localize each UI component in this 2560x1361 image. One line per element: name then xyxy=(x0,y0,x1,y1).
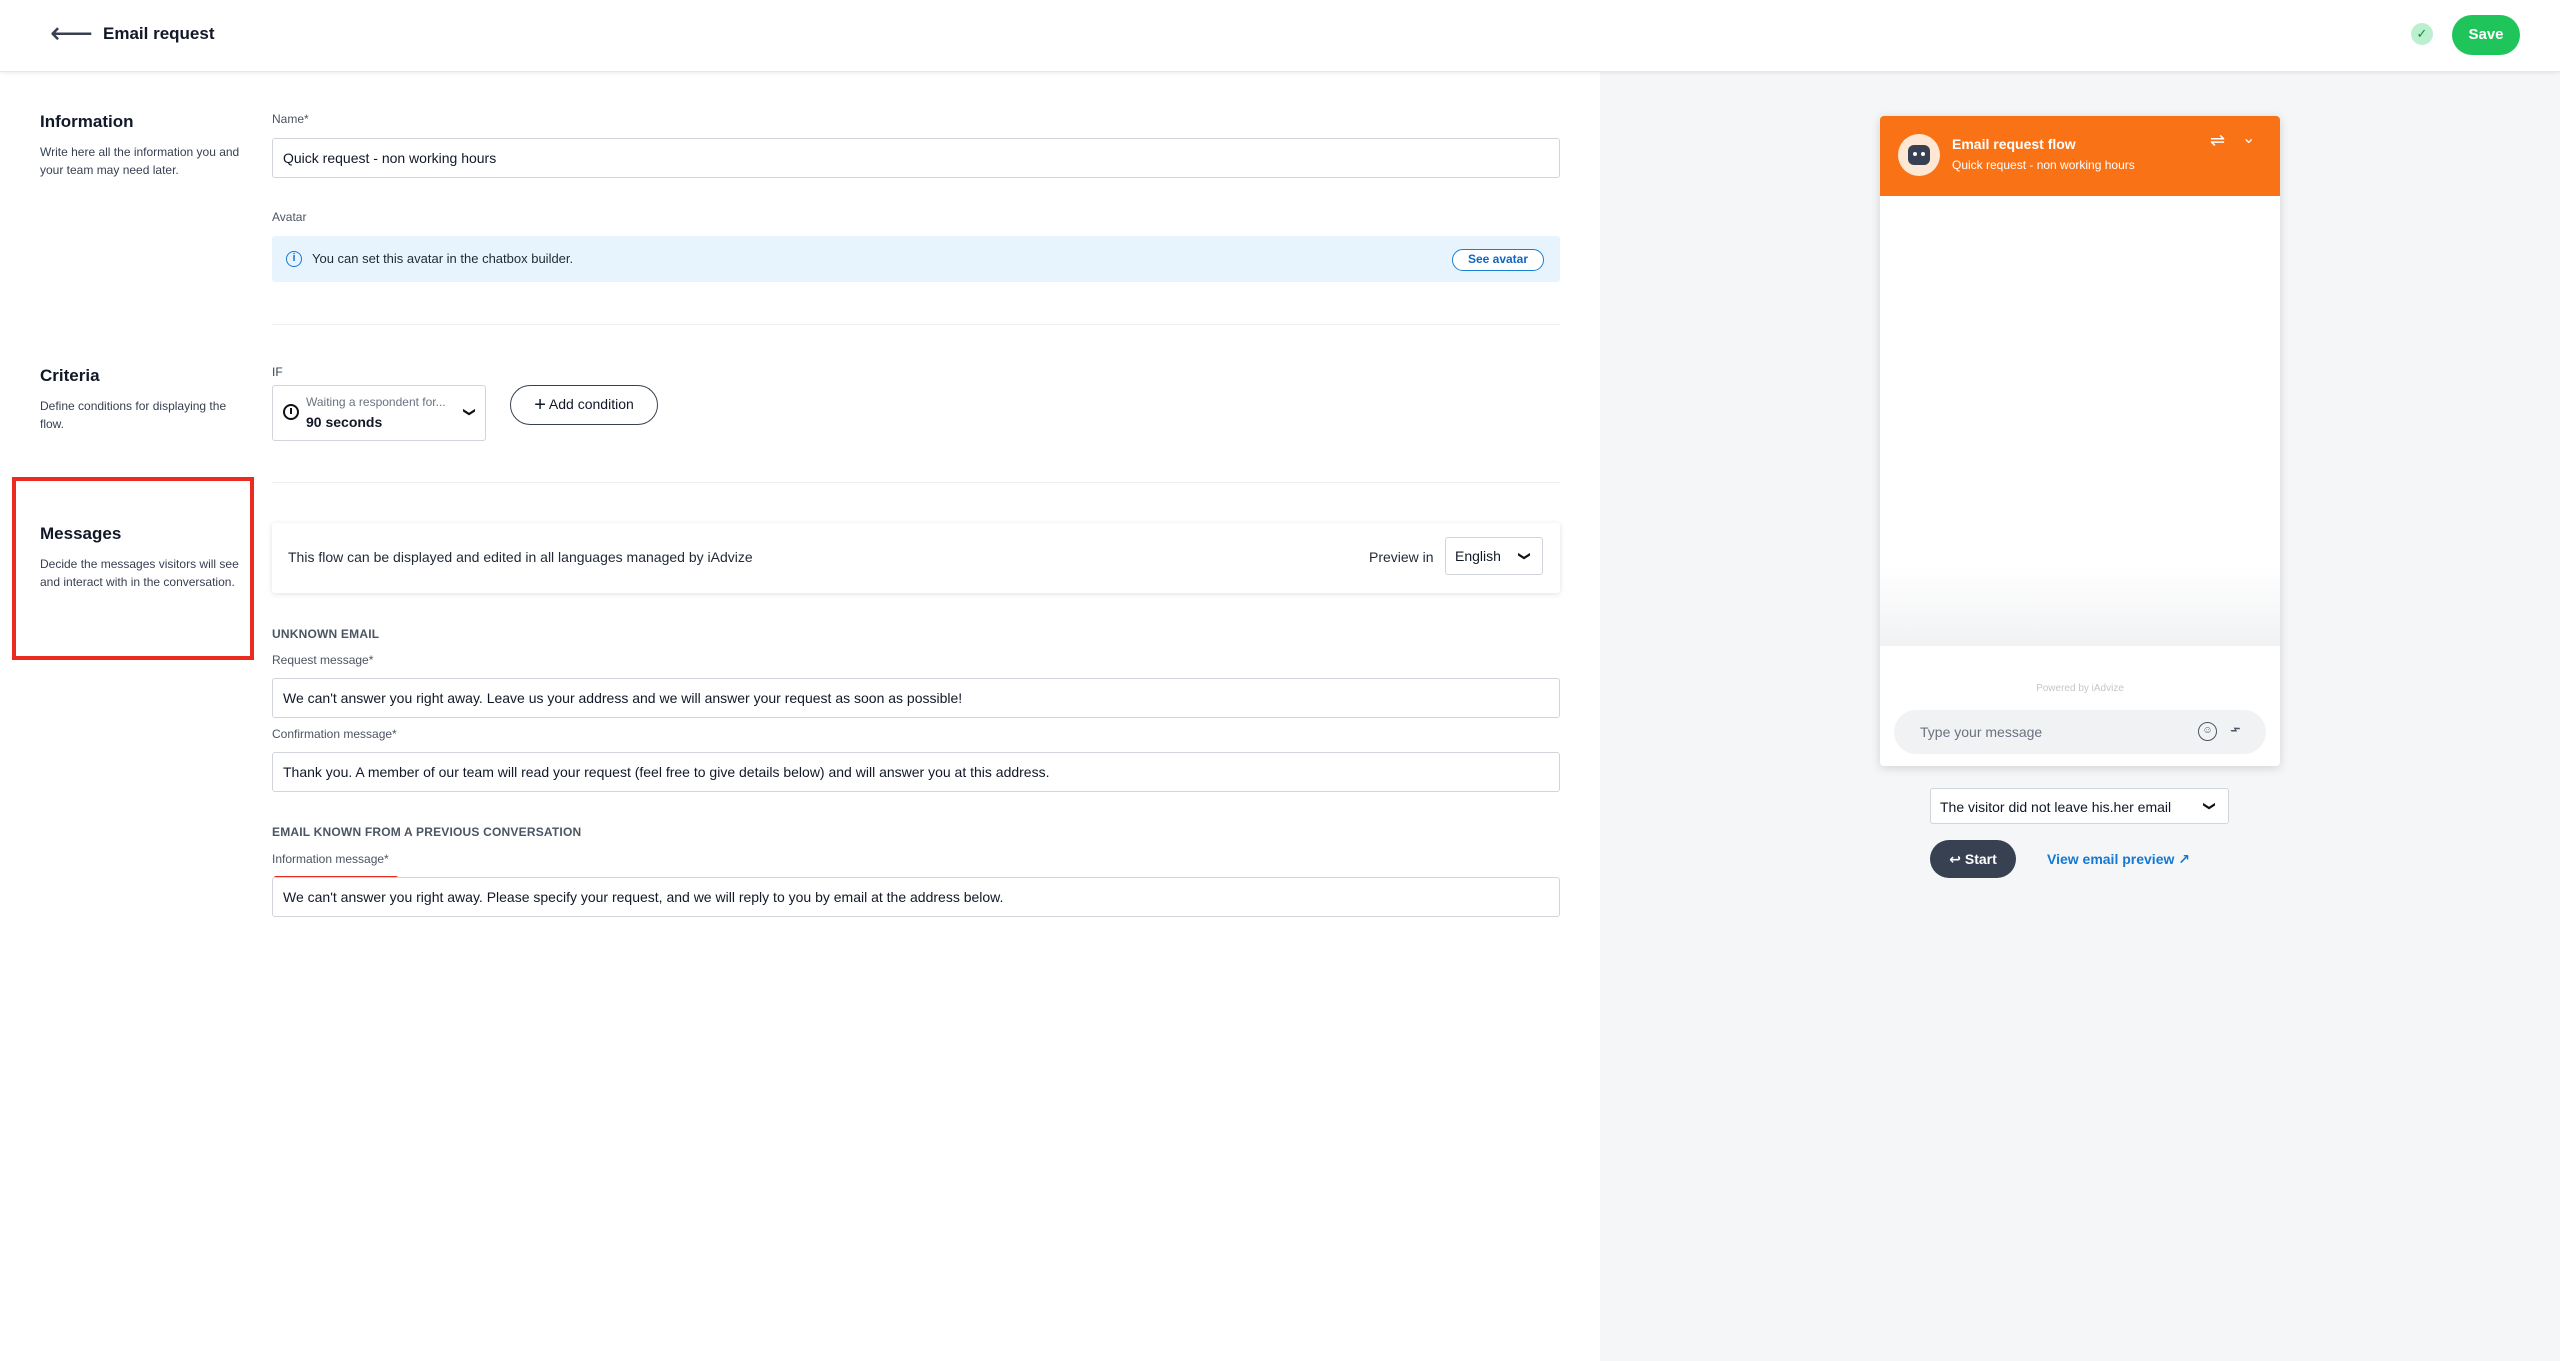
robot-eye xyxy=(1913,152,1917,156)
clock-icon xyxy=(283,404,299,420)
name-input[interactable] xyxy=(272,138,1560,178)
scenario-select[interactable]: The visitor did not leave his.her email … xyxy=(1930,788,2229,824)
messages-section-title: Messages xyxy=(40,524,122,543)
if-label: IF xyxy=(272,365,283,379)
start-button[interactable]: ↩ Start xyxy=(1930,840,2016,878)
condition-hint: Waiting a respondent for... xyxy=(306,395,446,409)
check-circle-icon: ✓ xyxy=(2411,23,2433,45)
confirmation-message-label: Confirmation message* xyxy=(272,727,397,741)
paperclip-icon[interactable]: ⌁ xyxy=(2225,718,2245,742)
robot-eye xyxy=(1921,152,1925,156)
request-message-label: Request message* xyxy=(272,653,374,667)
chevron-down-icon: ❯ xyxy=(1518,550,1533,562)
language-info-text: This flow can be displayed and edited in… xyxy=(288,549,753,565)
chat-header: Email request flow Quick request - non w… xyxy=(1880,116,2280,196)
known-email-heading: EMAIL KNOWN FROM A PREVIOUS CONVERSATION xyxy=(272,825,582,839)
criteria-section-description: Define conditions for displaying the flo… xyxy=(40,399,227,431)
page-title: Email request xyxy=(103,24,215,43)
bot-avatar xyxy=(1898,134,1940,176)
preview-in-label: Preview in xyxy=(1369,549,1434,565)
request-message-input[interactable] xyxy=(272,678,1560,718)
avatar-label: Avatar xyxy=(272,210,307,224)
preview-language-value: English xyxy=(1455,548,1501,564)
information-message-label: Information message* xyxy=(272,852,389,866)
robot-icon xyxy=(1908,145,1930,165)
avatar-info-banner: i You can set this avatar in the chatbox… xyxy=(272,236,1560,282)
confirmation-message-input[interactable] xyxy=(272,752,1560,792)
information-section-title: Information xyxy=(40,112,134,131)
avatar-info-text: You can set this avatar in the chatbox b… xyxy=(312,251,574,266)
chat-input-placeholder: Type your message xyxy=(1920,724,2043,740)
reply-arrow-icon: ↩ xyxy=(1949,851,1961,867)
chevron-down-icon: ❯ xyxy=(2203,800,2218,812)
start-label: Start xyxy=(1964,851,1997,867)
sliders-icon[interactable]: ⇌ xyxy=(2210,130,2225,151)
information-message-input[interactable] xyxy=(272,877,1560,917)
chat-message-input[interactable]: Type your message ☺ ⌁ xyxy=(1894,710,2266,754)
view-email-preview-label: View email preview xyxy=(2047,851,2175,867)
information-section-description: Write here all the information you and y… xyxy=(40,145,240,177)
add-condition-label: Add condition xyxy=(548,396,634,412)
chat-widget-preview: Email request flow Quick request - non w… xyxy=(1880,116,2280,766)
section-divider xyxy=(272,482,1560,483)
info-icon: i xyxy=(286,251,302,267)
powered-by-label: Powered by iAdvize xyxy=(2036,683,2124,694)
name-label: Name* xyxy=(272,112,309,126)
share-arrow-icon: ↗ xyxy=(2178,851,2190,867)
chevron-down-icon: ❯ xyxy=(463,406,478,418)
view-email-preview-link[interactable]: View email preview ↗ xyxy=(2047,851,2190,868)
unknown-email-heading: UNKNOWN EMAIL xyxy=(272,627,380,641)
language-card: This flow can be displayed and edited in… xyxy=(272,523,1560,593)
condition-select[interactable]: Waiting a respondent for... 90 seconds ❯ xyxy=(272,385,486,441)
preview-language-select[interactable]: English ❯ xyxy=(1445,537,1543,575)
top-bar: ⟵ Email request ✓ Save xyxy=(0,0,2560,72)
save-button[interactable]: Save xyxy=(2452,15,2520,55)
condition-value: 90 seconds xyxy=(306,414,383,430)
plus-icon: + xyxy=(534,394,546,416)
chat-fade xyxy=(1880,566,2280,646)
section-divider xyxy=(272,324,1560,325)
chevron-down-icon[interactable]: ⌄ xyxy=(2242,128,2255,148)
criteria-section-title: Criteria xyxy=(40,366,100,385)
chat-subtitle: Quick request - non working hours xyxy=(1952,158,2135,172)
messages-section-description: Decide the messages visitors will see an… xyxy=(40,557,239,589)
add-condition-button[interactable]: + Add condition xyxy=(510,385,658,425)
emoji-icon[interactable]: ☺ xyxy=(2198,722,2217,741)
chat-title: Email request flow xyxy=(1952,136,2076,152)
arrow-left-icon[interactable]: ⟵ xyxy=(50,19,93,52)
scenario-value: The visitor did not leave his.her email xyxy=(1940,799,2172,815)
see-avatar-button[interactable]: See avatar xyxy=(1451,249,1544,271)
